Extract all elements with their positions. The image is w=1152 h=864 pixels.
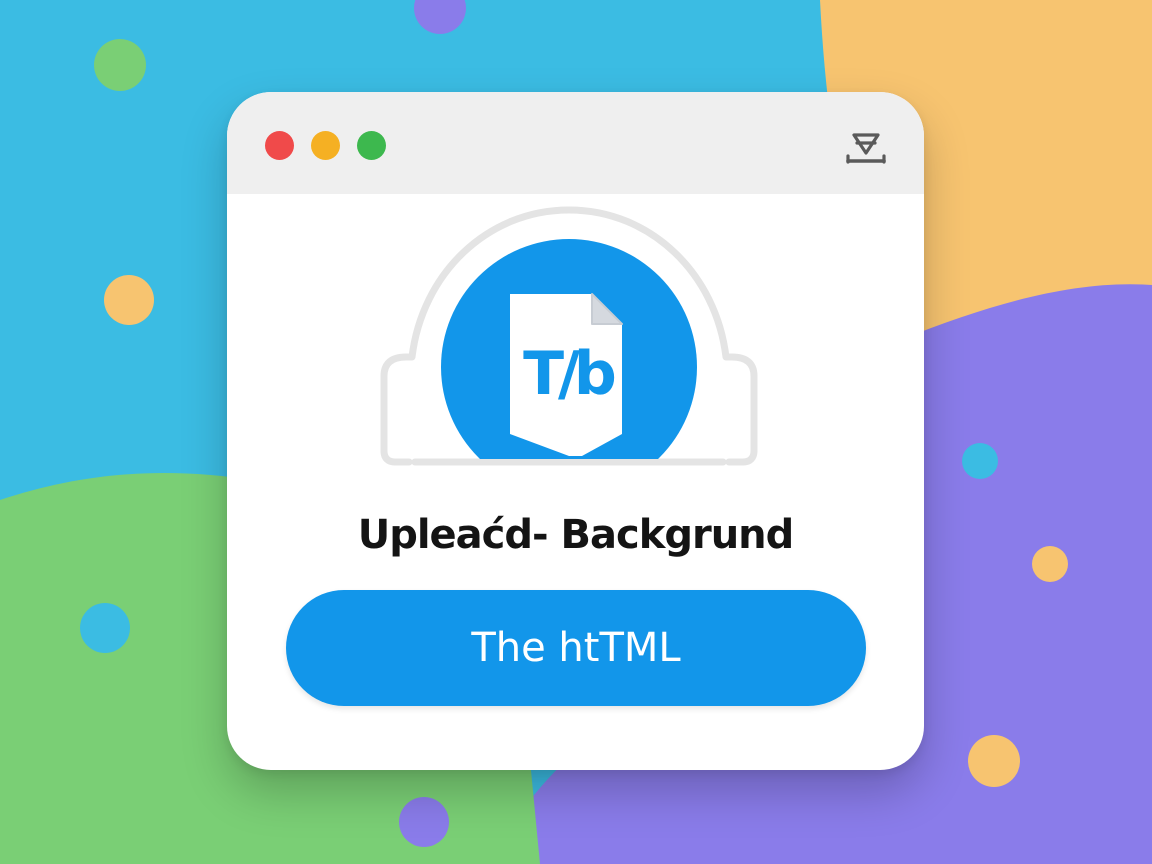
confetti-dot	[94, 39, 146, 91]
minimize-button[interactable]	[311, 131, 340, 160]
app-window: T/b Upleaćd- Backgrund The htTML	[227, 92, 924, 770]
upload-hero-graphic: T/b	[380, 206, 758, 466]
primary-action-button[interactable]: The htTML	[286, 590, 866, 706]
window-titlebar	[227, 92, 924, 194]
page-title: Upleaćd- Backgrund	[357, 512, 795, 558]
confetti-dot	[104, 275, 154, 325]
download-tray-icon[interactable]	[844, 126, 888, 170]
close-button[interactable]	[265, 131, 294, 160]
maximize-button[interactable]	[357, 131, 386, 160]
document-logo-icon: T/b	[510, 293, 623, 456]
confetti-dot	[962, 443, 998, 479]
confetti-dot	[1032, 546, 1068, 582]
logo-text: T/b	[523, 339, 615, 409]
confetti-dot	[80, 603, 130, 653]
confetti-dot	[968, 735, 1020, 787]
confetti-dot	[399, 797, 449, 847]
